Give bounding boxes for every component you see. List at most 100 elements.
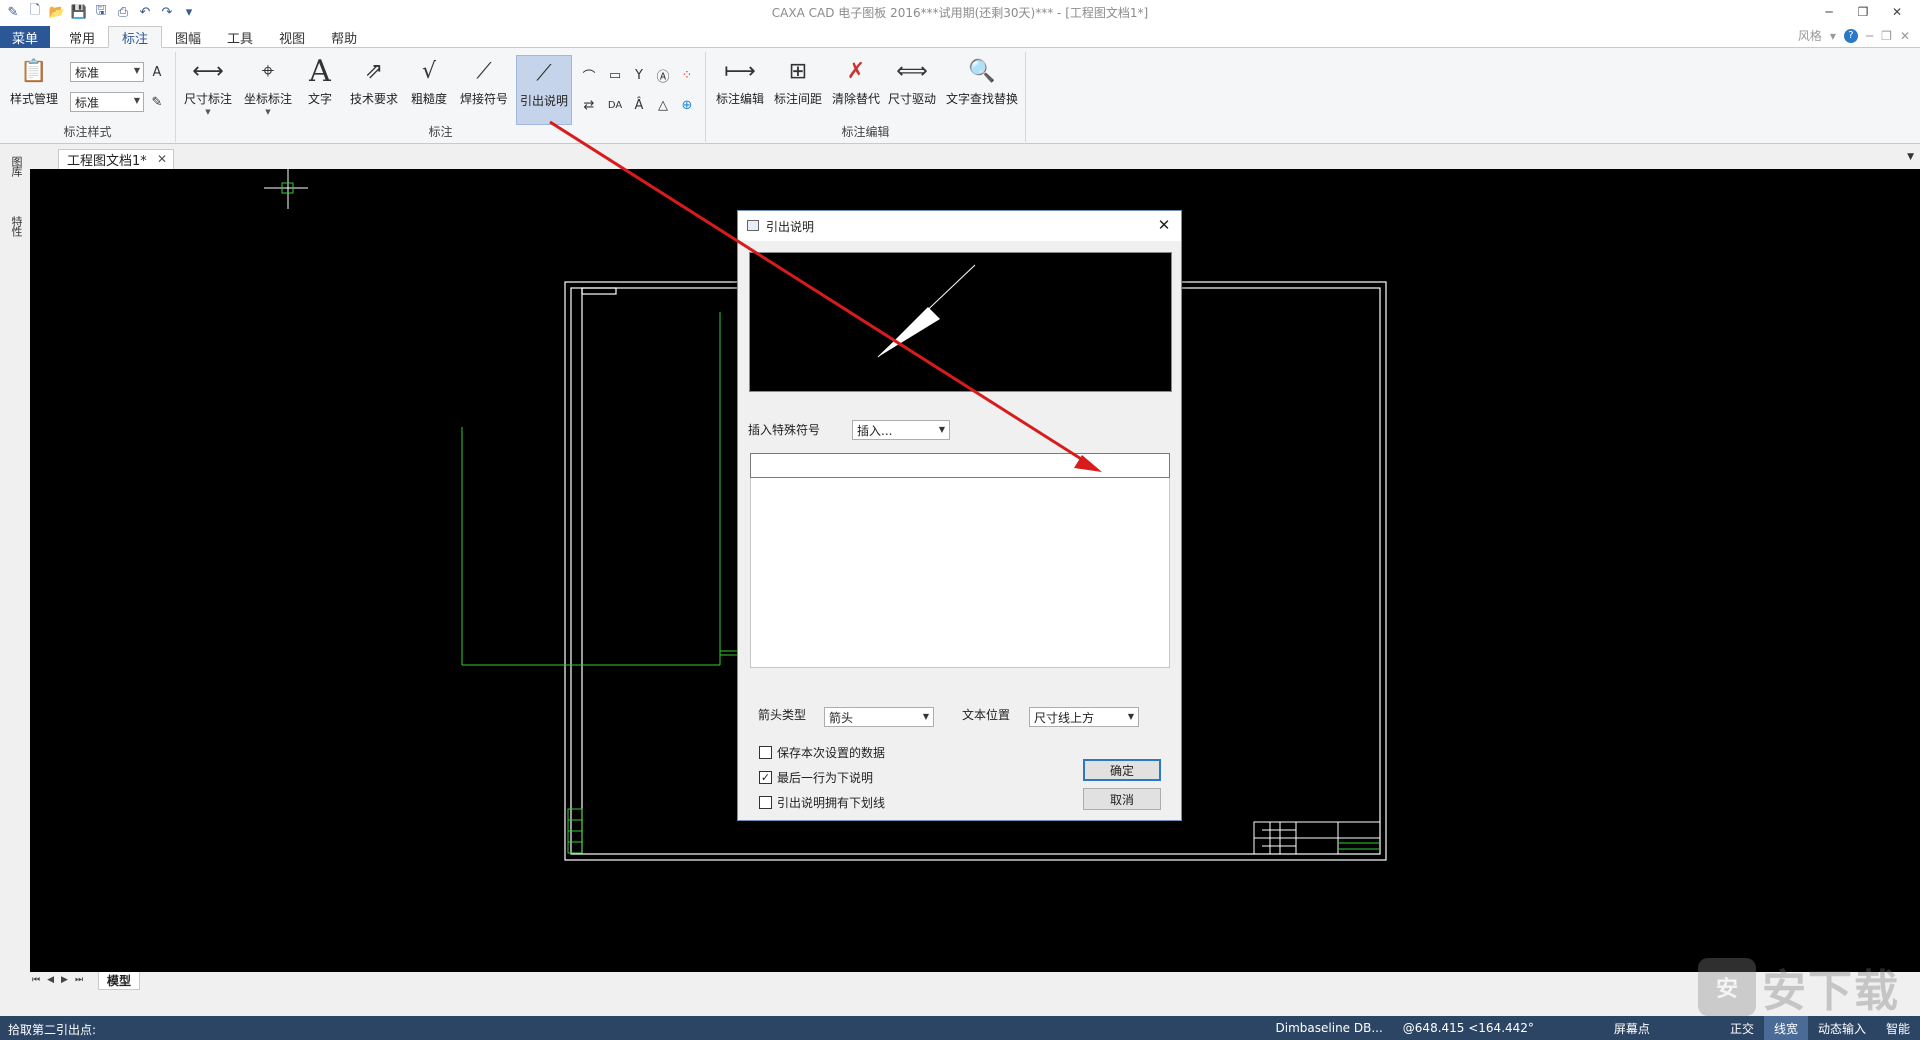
minimize-icon[interactable]: ─ [1812, 2, 1846, 22]
arrow-type-label: 箭头类型 [758, 708, 807, 722]
annotate-edit-button[interactable]: ⟼ 标注编辑 [712, 54, 768, 118]
save-settings-checkbox[interactable]: 保存本次设置的数据 [759, 744, 885, 761]
tab-annotate[interactable]: 标注 [108, 26, 163, 48]
status-smart[interactable]: 智能 [1876, 1016, 1920, 1040]
find-replace-icon: 🔍 [968, 58, 996, 84]
status-lineweight[interactable]: 线宽 [1763, 1016, 1808, 1040]
coordinate-dim-button[interactable]: ⌖ 坐标标注 ▼ [240, 54, 296, 118]
preview-svg [877, 264, 976, 358]
text-style-combo[interactable]: 标准 ▼ [70, 92, 144, 112]
insert-symbol-combo[interactable]: 插入... ▼ [852, 420, 950, 440]
center-mark-icon[interactable]: ⊕ [678, 96, 696, 114]
chevron-down-icon[interactable]: ▼ [1907, 152, 1914, 162]
tab-common[interactable]: 常用 [56, 26, 108, 48]
document-tab[interactable]: 工程图文档1* ✕ [58, 149, 174, 169]
arrow-text-icon[interactable]: Â [630, 96, 648, 114]
chevron-down-icon[interactable]: ▾ [1830, 29, 1836, 43]
underline-checkbox[interactable]: 引出说明拥有下划线 [759, 794, 885, 811]
prev-sheet-icon[interactable]: ◀ [47, 975, 54, 985]
arrow-type-combo[interactable]: 箭头 ▼ [824, 707, 934, 727]
model-tab[interactable]: 模型 [98, 972, 140, 990]
upper-note-input[interactable] [750, 453, 1170, 478]
close-icon[interactable]: ✕ [1880, 2, 1914, 22]
close-icon[interactable]: ✕ [1155, 216, 1173, 234]
clear-override-button[interactable]: ✗ 清除替代 [828, 54, 884, 118]
minimize-ribbon-icon[interactable]: ─ [1866, 29, 1873, 43]
side-panel: 图库 特性 [0, 152, 30, 972]
chevron-down-icon: ▼ [1127, 712, 1134, 721]
dialog-title-bar: 引出说明 ✕ [738, 211, 1181, 241]
tab-view[interactable]: 视图 [266, 26, 318, 48]
pattern-icon[interactable]: ⁘ [678, 66, 696, 84]
find-replace-button[interactable]: 🔍 文字查找替换 [942, 54, 1022, 118]
chevron-down-icon: ▼ [205, 108, 211, 116]
status-screen-point[interactable]: 屏幕点 [1604, 1016, 1660, 1040]
close-tab-icon[interactable]: ✕ [157, 152, 167, 166]
leader-note-button[interactable]: ⟋ 引出说明 [516, 55, 572, 125]
next-sheet-icon[interactable]: ▶ [61, 975, 68, 985]
chevron-down-icon: ▼ [133, 96, 140, 105]
first-sheet-icon[interactable]: ⏮ [32, 975, 40, 985]
text-position-combo[interactable]: 尺寸线上方 ▼ [1029, 707, 1139, 727]
tech-requirement-button[interactable]: ⇗ 技术要求 [346, 54, 402, 118]
tab-help[interactable]: 帮助 [318, 26, 370, 48]
tab-sheet[interactable]: 图幅 [162, 26, 214, 48]
arc-length-icon[interactable]: ⇄ [580, 96, 598, 114]
dimension-icon: ⟷ [192, 58, 224, 84]
style-selector[interactable]: 风格 [1798, 27, 1822, 44]
command-prompt: 拾取第二引出点: [8, 1023, 97, 1037]
menu-button[interactable]: 菜单 [0, 26, 50, 48]
datum-icon[interactable]: ⌒ [580, 66, 598, 85]
style-manager-button[interactable]: 📋 样式管理 [6, 54, 62, 118]
text-button[interactable]: A 文字 [300, 54, 340, 118]
cancel-button[interactable]: 取消 [1083, 788, 1161, 810]
dimension-button[interactable]: ⟷ 尺寸标注 ▼ [180, 54, 236, 118]
checkbox-box[interactable] [759, 746, 772, 759]
tolerance-icon[interactable]: ▭ [606, 66, 624, 84]
status-dynamic-input[interactable]: 动态输入 [1808, 1016, 1876, 1040]
roughness-button[interactable]: √ 粗糙度 [406, 54, 452, 118]
group-label: 标注样式 [63, 125, 112, 139]
status-command: Dimbaseline DB... [1275, 1021, 1383, 1035]
ok-button[interactable]: 确定 [1083, 759, 1161, 781]
brush-icon[interactable]: ✎ [148, 93, 166, 111]
last-sheet-icon[interactable]: ⏭ [75, 975, 83, 985]
leader-note-dialog: 引出说明 ✕ 插入特殊符号 插入... ▼ 箭头类型 箭头 ▼ 文本位置 尺寸线上方… [737, 210, 1182, 821]
weld-symbol-button[interactable]: ⟋ 焊接符号 [456, 54, 512, 118]
binding-strip [567, 808, 583, 854]
dim-spacing-icon: ⊞ [788, 58, 808, 84]
side-tab-properties[interactable]: 特性 [8, 216, 24, 236]
roughness-icon: √ [421, 58, 437, 84]
last-line-checkbox[interactable]: ✓ 最后一行为下说明 [759, 769, 873, 786]
tab-tools[interactable]: 工具 [214, 26, 266, 48]
chevron-down-icon: ▼ [265, 108, 271, 116]
style-manager-icon: 📋 [20, 58, 48, 84]
chamfer-icon[interactable]: Y [630, 66, 648, 84]
dim-spacing-button[interactable]: ⊞ 标注间距 [770, 54, 826, 118]
watermark-text: 安下载 [1762, 966, 1900, 1017]
close-doc-icon[interactable]: ✕ [1900, 29, 1910, 43]
status-ortho[interactable]: 正交 [1720, 1016, 1764, 1040]
weld-symbol-icon: ⟋ [476, 58, 492, 84]
green-geometry [461, 312, 739, 666]
help-icon[interactable]: ? [1843, 28, 1858, 43]
ribbon: 📋 样式管理 标准 ▼ 标准 ▼ A ✎ 标注样式 ⟷ 尺寸标注 ▼ ⌖ 坐标标注 … [0, 48, 1920, 144]
lower-note-textarea[interactable] [750, 478, 1170, 668]
restore-icon[interactable]: ❐ [1846, 2, 1880, 22]
text-icon: A [309, 53, 331, 89]
dim-drive-button[interactable]: ⟺ 尺寸驱动 [884, 54, 940, 118]
chevron-down-icon: ▼ [922, 712, 929, 721]
window-controls: ─ ❐ ✕ [1812, 2, 1914, 22]
side-tab-library[interactable]: 图库 [8, 156, 24, 176]
crosshair-cursor [264, 169, 308, 209]
restore-doc-icon[interactable]: ❐ [1881, 29, 1892, 43]
group-label: 标注 [428, 125, 453, 139]
marker-icon[interactable]: △ [654, 96, 672, 114]
checkbox-box-checked[interactable]: ✓ [759, 771, 772, 784]
checkbox-box[interactable] [759, 796, 772, 809]
watermark: 安 安下载 [1698, 955, 1900, 1019]
dim-style-combo[interactable]: 标准 ▼ [70, 62, 144, 82]
balloon-icon[interactable]: Ⓐ [654, 66, 672, 85]
text-style-icon[interactable]: A [148, 63, 166, 81]
ordinate-icon[interactable]: DA [606, 96, 624, 114]
